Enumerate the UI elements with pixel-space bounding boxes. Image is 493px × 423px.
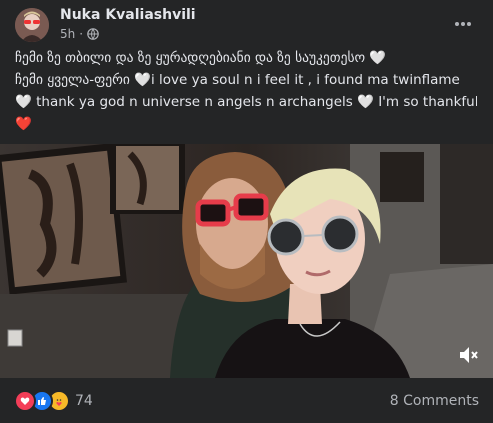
post-text: ჩემი ზე თბილი და ზე ყურადღებიანი და ზე ს… <box>15 47 477 135</box>
post-time[interactable]: 5h <box>60 27 75 41</box>
post-meta: 5h · <box>60 27 99 41</box>
white-heart-emoji: 🤍 <box>134 72 151 88</box>
wall-poster-left <box>0 144 127 295</box>
video-frame <box>0 144 493 378</box>
white-heart-emoji: 🤍 <box>15 94 32 110</box>
post-text-line-4: ❤️ <box>15 113 477 135</box>
reaction-count[interactable]: 74 <box>75 393 93 409</box>
author-name[interactable]: Nuka Kvaliashvili <box>60 7 196 23</box>
post-header: Nuka Kvaliashvili 5h · <box>0 0 493 48</box>
white-heart-emoji: 🤍 <box>357 94 374 110</box>
feed-post: Nuka Kvaliashvili 5h · ჩემი ზე თბილი და … <box>0 0 493 423</box>
post-text-line-2: ჩემი ყველა-ფერი 🤍i love ya soul n i feel… <box>15 72 460 88</box>
post-video[interactable] <box>0 144 493 378</box>
post-text-line-1: ჩემი ზე თბილი და ზე ყურადღებიანი და ზე ს… <box>15 50 387 66</box>
more-options-icon[interactable] <box>451 14 475 34</box>
author-avatar[interactable] <box>15 8 49 42</box>
globe-icon[interactable] <box>87 28 99 40</box>
post-footer: 74 8 Comments <box>0 378 493 423</box>
red-heart-emoji: ❤️ <box>15 116 32 132</box>
comments-count-link[interactable]: 8 Comments <box>390 393 479 409</box>
white-heart-emoji: 🤍 <box>369 50 387 66</box>
love-reaction-icon <box>14 390 36 412</box>
reaction-icons[interactable] <box>14 390 70 412</box>
meta-separator: · <box>79 27 84 41</box>
post-text-line-3: 🤍 thank ya god n universe n angels n arc… <box>15 94 477 110</box>
wall-poster-center <box>110 144 185 214</box>
volume-muted-icon[interactable] <box>457 344 479 366</box>
